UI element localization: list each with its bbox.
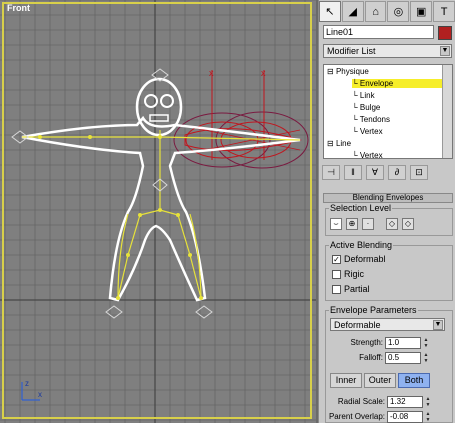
stack-item-vertex[interactable]: └ Vertex <box>352 151 383 159</box>
tree-branch-icon: └ <box>352 151 360 159</box>
configure-sets-button[interactable]: ⊡ <box>410 164 428 180</box>
stack-item-link[interactable]: └ Link <box>352 91 375 100</box>
modify-tab[interactable]: ◢ <box>341 1 364 22</box>
hierarchy-tab[interactable]: ⌂ <box>364 1 387 22</box>
object-color-swatch[interactable] <box>438 26 452 40</box>
stack-item-label: Bulge <box>359 103 381 112</box>
checkbox[interactable]: ✓ <box>332 254 341 264</box>
stack-item-label: Vertex <box>359 127 383 136</box>
front-viewport[interactable]: x x z x Front <box>0 0 316 423</box>
remove-modifier-button[interactable]: ∂ <box>388 164 406 180</box>
stack-item-vertex[interactable]: └ Vertex <box>352 127 383 136</box>
expand-toggle-icon[interactable]: ⊟ <box>327 67 336 76</box>
display-tab[interactable]: ▣ <box>410 1 433 22</box>
pin-stack-button[interactable]: ⊣ <box>322 164 340 180</box>
stack-item-label: Tendons <box>359 115 390 124</box>
parent-overlap-spinner[interactable]: -0.08 <box>387 411 423 423</box>
link-level-icon[interactable]: ⌣ <box>330 218 342 230</box>
stack-item-tendons[interactable]: └ Tendons <box>352 115 390 124</box>
stack-item-label: Envelope <box>359 79 394 88</box>
blend-option-rigic[interactable]: Rigic <box>332 269 364 279</box>
utilities-tab[interactable]: T <box>433 1 455 22</box>
selection-level-group: Selection Level ⌣ ⊕ · ◇ ◇ <box>325 203 453 236</box>
parent-overlap-spinner-arrows[interactable]: ▲ ▼ <box>425 411 431 423</box>
checkbox-label: Partial <box>344 284 370 294</box>
stack-item-line[interactable]: ⊟ Line <box>327 139 351 148</box>
radial-scale-spinner-arrows[interactable]: ▲ ▼ <box>425 396 431 408</box>
envelope-type-value: Deformable <box>334 320 381 330</box>
parent-overlap-label: Parent Overlap: <box>328 412 385 421</box>
modifier-list-label: Modifier List <box>327 46 376 56</box>
active-blending-title: Active Blending <box>329 240 394 250</box>
motion-tab[interactable]: ◎ <box>387 1 410 22</box>
object-name-field[interactable]: Line01 <box>323 25 434 39</box>
chevron-down-icon: ▼ <box>433 320 443 330</box>
viewport-label[interactable]: Front <box>7 3 30 13</box>
stack-item-envelope[interactable]: └ Envelope <box>352 79 442 88</box>
stack-item-label: Link <box>359 91 375 100</box>
tree-branch-icon: └ <box>352 103 360 112</box>
blending-envelopes-rollout-title[interactable]: Blending Envelopes <box>323 193 453 203</box>
checkbox-label: Rigic <box>344 269 365 279</box>
tree-branch-icon: └ <box>352 115 360 124</box>
modifier-stack[interactable]: ⊟ Physique └ Envelope └ Link └ Bulge └ Tendo… <box>323 64 453 159</box>
stack-item-label: Line <box>335 139 352 148</box>
falloff-spinner[interactable]: 0.5 <box>385 352 421 364</box>
stack-item-bulge[interactable]: └ Bulge <box>352 103 380 112</box>
tree-branch-icon: └ <box>352 91 360 100</box>
inner-button[interactable]: Inner <box>330 373 362 388</box>
selection-level-title: Selection Level <box>329 203 393 213</box>
radial-scale-label: Radial Scale: <box>337 397 385 406</box>
modifier-list-dropdown[interactable]: Modifier List ▼ <box>323 44 452 58</box>
stack-item-label: Physique <box>335 67 369 76</box>
envelope-type-dropdown[interactable]: Deformable ▼ <box>330 318 445 331</box>
checkbox[interactable] <box>332 284 341 294</box>
radial-scale-spinner[interactable]: 1.32 <box>387 396 423 408</box>
falloff-label: Falloff: <box>359 353 383 362</box>
stack-item-label: Vertex <box>359 151 383 159</box>
outer-button[interactable]: Outer <box>364 373 396 388</box>
strength-label: Strength: <box>350 338 383 347</box>
command-panel-tabs: ↖ ◢ ⌂ ◎ ▣ T <box>319 1 455 23</box>
blend-option-partial[interactable]: Partial <box>332 284 370 294</box>
tree-branch-icon: └ <box>352 79 360 88</box>
create-tab[interactable]: ↖ <box>319 1 341 22</box>
envelope-parameters-title: Envelope Parameters <box>329 305 418 315</box>
falloff-spinner-arrows[interactable]: ▲ ▼ <box>423 352 429 364</box>
active-blending-group: Active Blending ✓ Deformabl Rigic Partial <box>325 240 453 301</box>
prev-link-icon[interactable]: ◇ <box>386 218 398 230</box>
checkbox-label: Deformabl <box>344 254 386 264</box>
modifier-stack-toolbar: ⊣ ‖ ∀ ∂ ⊡ <box>322 163 453 181</box>
small-level-icon[interactable]: · <box>362 218 374 230</box>
command-panel: ↖ ◢ ⌂ ◎ ▣ T Line01 Modifier List ▼ ⊟ Physique… <box>318 0 455 423</box>
chevron-down-icon: ▼ <box>440 46 450 56</box>
stack-item-physique[interactable]: ⊟ Physique <box>327 67 369 76</box>
vertex-level-icon[interactable]: ⊕ <box>346 218 358 230</box>
make-unique-button[interactable]: ∀ <box>366 164 384 180</box>
tree-branch-icon: └ <box>352 127 360 136</box>
next-link-icon[interactable]: ◇ <box>402 218 414 230</box>
modifier-stack-scrollbar[interactable] <box>442 65 452 158</box>
strength-spinner-arrows[interactable]: ▲ ▼ <box>423 337 429 349</box>
checkbox[interactable] <box>332 269 341 279</box>
strength-spinner[interactable]: 1.0 <box>385 337 421 349</box>
envelope-parameters-group: Envelope Parameters Deformable ▼ Strengt… <box>325 305 453 423</box>
show-end-result-button[interactable]: ‖ <box>344 164 362 180</box>
blend-option-deformabl[interactable]: ✓ Deformabl <box>332 254 386 264</box>
both-button[interactable]: Both <box>398 373 430 388</box>
expand-toggle-icon[interactable]: ⊟ <box>327 139 336 148</box>
active-viewport-border <box>2 2 312 419</box>
